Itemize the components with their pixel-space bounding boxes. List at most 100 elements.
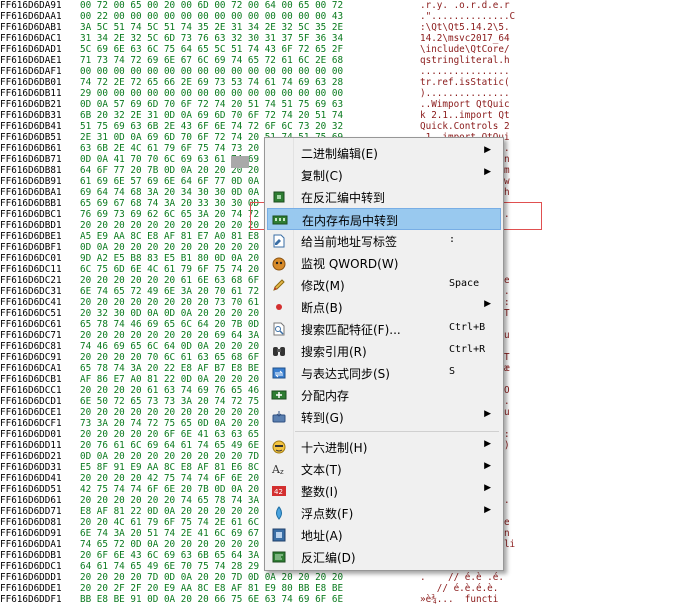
context-menu-item[interactable]: 断点(B) ▶ xyxy=(267,296,501,318)
memory-icon xyxy=(272,212,288,228)
integer-icon: 42 xyxy=(271,483,287,499)
context-menu-item[interactable]: 分配内存 xyxy=(267,384,501,406)
menu-item-label: 文本(T) xyxy=(301,463,342,477)
context-menu-item[interactable]: 搜索引用(R) Ctrl+R xyxy=(267,340,501,362)
dump-address: FF616D6DD51 xyxy=(0,484,62,495)
watch-icon xyxy=(271,255,287,271)
dump-address: FF616D6DAE1 xyxy=(0,55,62,66)
dump-address: FF616D6DAC1 xyxy=(0,33,62,44)
dump-hex-bytes: 31 34 2E 32 5C 6D 73 76 63 32 30 31 37 5… xyxy=(80,33,344,44)
dump-address: FF616D6DD31 xyxy=(0,462,62,473)
dump-address: FF616D6DCE1 xyxy=(0,407,62,418)
context-menu-item[interactable]: 在反汇编中转到 xyxy=(267,186,501,208)
dump-address: FF616D6DC31 xyxy=(0,286,62,297)
context-menu-item[interactable]: 转到(G) ▶ xyxy=(267,406,501,428)
dump-address: FF616D6DAA1 xyxy=(0,11,62,22)
submenu-arrow-icon: ▶ xyxy=(484,299,491,309)
sync-icon xyxy=(271,365,287,381)
submenu-arrow-icon: ▶ xyxy=(484,505,491,515)
menu-item-shortcut: Ctrl+B xyxy=(449,322,486,333)
context-menu-item[interactable]: 给当前地址写标签: xyxy=(267,230,501,252)
dump-address: FF616D6DB11 xyxy=(0,88,62,99)
context-menu-item[interactable]: 在内存布局中转到 xyxy=(267,208,501,230)
dump-ascii: ..Wimport QtQuic xyxy=(420,99,510,110)
dump-address: FF616D6DB71 xyxy=(0,154,62,165)
context-menu-item[interactable]: 复制(C) ▶ xyxy=(267,164,501,186)
dump-address: FF616D6DCA1 xyxy=(0,363,62,374)
dump-ascii: »è¾... functi xyxy=(420,594,499,605)
dump-ascii: ................ xyxy=(420,66,510,77)
dump-ascii: .r.y. .o.r.d.e.r xyxy=(420,0,510,11)
dump-hex-bytes: 5C 69 6E 63 6C 75 64 65 5C 51 74 43 6F 7… xyxy=(80,44,344,55)
dump-address: FF616D6DBA1 xyxy=(0,187,62,198)
dump-hex-bytes: 74 72 2E 72 65 66 2E 69 73 53 74 61 74 6… xyxy=(80,77,344,88)
context-menu-item[interactable]: 浮点数(F) ▶ xyxy=(267,502,501,524)
address-icon xyxy=(271,527,287,543)
menu-item-label: 修改(M) xyxy=(301,279,345,293)
pencil-icon xyxy=(271,277,287,293)
menu-item-label: 十六进制(H) xyxy=(301,441,368,455)
dump-address: FF616D6DD01 xyxy=(0,429,62,440)
context-menu-item[interactable]: 地址(A) xyxy=(267,524,501,546)
dump-address: FF616D6DB21 xyxy=(0,99,62,110)
dump-hex-bytes: 51 75 69 63 6B 2E 43 6F 6E 74 72 6F 6C 7… xyxy=(80,121,344,132)
menu-item-label: 二进制编辑(E) xyxy=(301,147,378,161)
dump-address: FF616D6DB91 xyxy=(0,176,62,187)
dump-ascii: qstringliteral.h xyxy=(420,55,510,66)
context-menu-item[interactable]: 搜索匹配特征(F)... Ctrl+B xyxy=(267,318,501,340)
alloc-icon xyxy=(271,387,287,403)
svg-text:z: z xyxy=(280,468,284,476)
context-menu-item[interactable]: 修改(M) Space xyxy=(267,274,501,296)
menu-item-label: 复制(C) xyxy=(301,169,343,183)
text-icon: Az xyxy=(271,461,287,477)
dump-hex-bytes: BB E8 BE 91 0D 0A 20 20 66 75 6E 63 74 6… xyxy=(80,594,344,605)
dump-address: FF616D6DBF1 xyxy=(0,242,62,253)
dump-hex-bytes: 00 72 00 65 00 20 00 6D 00 72 00 64 00 6… xyxy=(80,0,344,11)
dump-address: FF616D6DA91 xyxy=(0,0,62,11)
dump-address: FF616D6DCD1 xyxy=(0,396,62,407)
menu-item-shortcut: S xyxy=(449,366,456,377)
submenu-arrow-icon: ▶ xyxy=(484,145,491,155)
dump-address: FF616D6DCC1 xyxy=(0,385,62,396)
menu-item-label: 与表达式同步(S) xyxy=(301,367,390,381)
context-menu-item[interactable]: 二进制编辑(E) ▶ xyxy=(267,142,501,164)
menu-item-label: 地址(A) xyxy=(301,529,343,543)
menu-item-shortcut: : xyxy=(449,234,456,245)
disasm-icon xyxy=(271,549,287,565)
dump-address: FF616D6DCB1 xyxy=(0,374,62,385)
dump-ascii: \include\QtCore/ xyxy=(420,44,510,55)
dump-address: FF616D6DDB1 xyxy=(0,550,62,561)
menu-item-label: 整数(I) xyxy=(301,485,338,499)
dump-address: FF616D6DAF1 xyxy=(0,66,62,77)
binoculars-icon xyxy=(271,343,287,359)
context-menu-item[interactable]: 监视 QWORD(W) xyxy=(267,252,501,274)
dump-ascii: :\Qt\Qt5.14.2\5. xyxy=(420,22,510,33)
context-menu-item[interactable]: Az 文本(T) ▶ xyxy=(267,458,501,480)
dump-address: FF616D6DD21 xyxy=(0,451,62,462)
submenu-arrow-icon: ▶ xyxy=(484,461,491,471)
search-doc-icon xyxy=(271,321,287,337)
dump-address: FF616D6DD91 xyxy=(0,528,62,539)
selected-byte-highlight xyxy=(231,156,249,168)
dump-address: FF616D6DB41 xyxy=(0,121,62,132)
submenu-arrow-icon: ▶ xyxy=(484,483,491,493)
dump-address: FF616D6DBD1 xyxy=(0,220,62,231)
dump-address: FF616D6DD41 xyxy=(0,473,62,484)
dump-address: FF616D6DB01 xyxy=(0,77,62,88)
dump-address: FF616D6DBC1 xyxy=(0,209,62,220)
dump-address: FF616D6DB81 xyxy=(0,165,62,176)
context-menu-item[interactable]: 与表达式同步(S) S xyxy=(267,362,501,384)
breakpoint-icon xyxy=(271,299,287,315)
submenu-arrow-icon: ▶ xyxy=(484,167,491,177)
dump-address: FF616D6DC01 xyxy=(0,253,62,264)
menu-item-label: 反汇编(D) xyxy=(301,551,356,565)
menu-item-label: 在反汇编中转到 xyxy=(301,191,386,205)
dump-address: FF616D6DC71 xyxy=(0,330,62,341)
context-menu-item[interactable]: 反汇编(D) xyxy=(267,546,501,568)
dump-ascii: Quick.Controls 2 xyxy=(420,121,510,132)
dump-hex-bytes: 00 00 00 00 00 00 00 00 00 00 00 00 00 0… xyxy=(80,66,344,77)
dump-hex-bytes: 3A 5C 51 74 5C 51 74 35 2E 31 34 2E 32 5… xyxy=(80,22,344,33)
context-menu-item[interactable]: 42 整数(I) ▶ xyxy=(267,480,501,502)
context-menu-item[interactable]: 十六进制(H) ▶ xyxy=(267,436,501,458)
dump-address: FF616D6DC81 xyxy=(0,341,62,352)
